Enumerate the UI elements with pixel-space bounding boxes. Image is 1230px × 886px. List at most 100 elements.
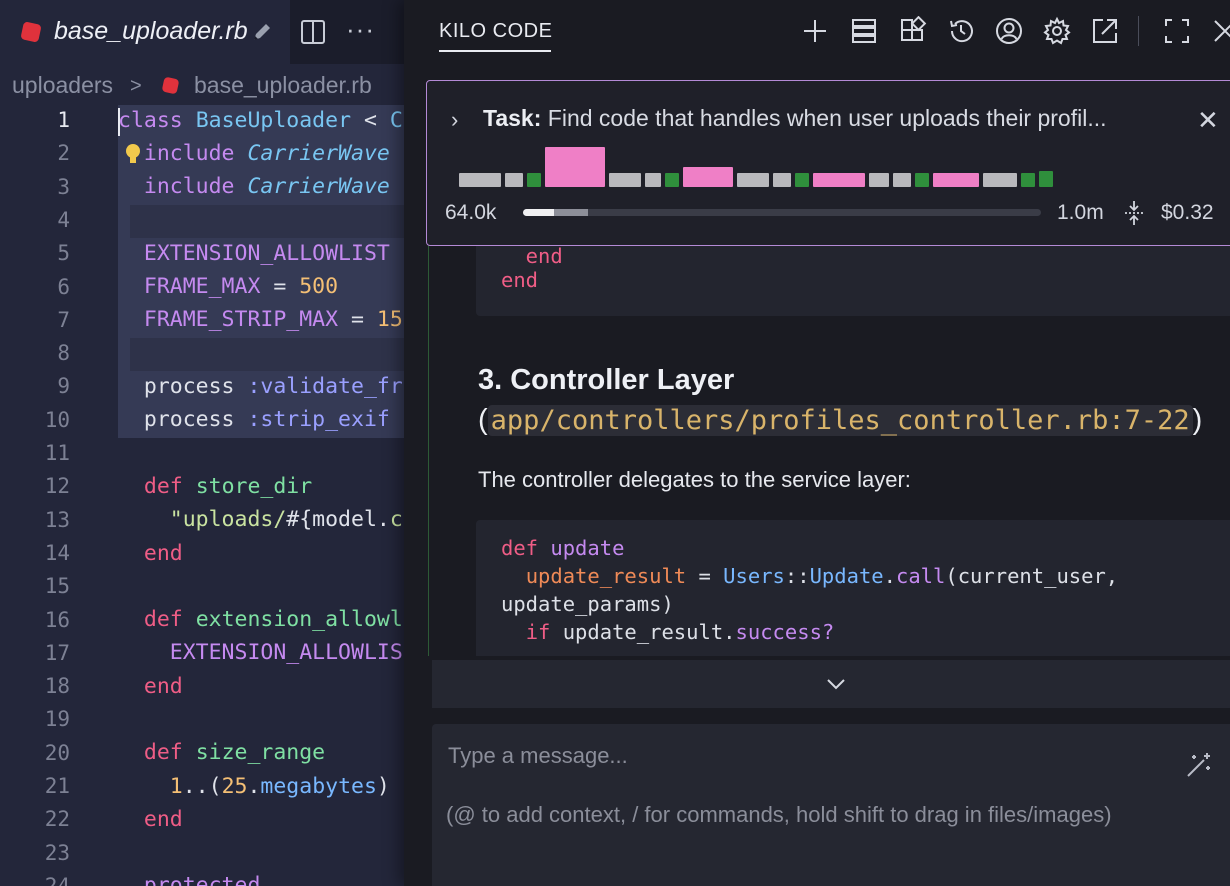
line-number: 8 xyxy=(57,341,70,366)
line-number: 17 xyxy=(44,640,70,665)
task-timeline xyxy=(459,141,1099,187)
timeline-chip[interactable] xyxy=(545,147,605,187)
timeline-chip[interactable] xyxy=(933,173,979,187)
line-number: 13 xyxy=(44,507,70,532)
timeline-chip[interactable] xyxy=(983,173,1017,187)
timeline-chip[interactable] xyxy=(813,173,865,187)
mcp-servers-icon[interactable] xyxy=(898,15,928,46)
code-line: process :validate_fr xyxy=(118,374,403,399)
tab-title: base_uploader.rb xyxy=(54,17,248,45)
line-number: 10 xyxy=(44,407,70,432)
task-summary: Task: Find code that handles when user u… xyxy=(483,105,1173,132)
file-path-link[interactable]: app/controllers/profiles_controller.rb:7… xyxy=(487,405,1193,436)
code-area[interactable]: class BaseUploader < C include CarrierWa… xyxy=(118,105,404,886)
panel-title[interactable]: KILO CODE xyxy=(439,20,552,43)
timeline-chip[interactable] xyxy=(665,173,679,187)
code-line: def size_range xyxy=(143,740,326,765)
token-count: 64.0k xyxy=(445,201,497,224)
chat-messages[interactable]: end end 3. Controller Layer (app/control… xyxy=(404,246,1230,656)
code-line: end xyxy=(501,246,563,268)
code-line: end xyxy=(143,807,183,832)
code-line: EXTENSION_ALLOWLIS xyxy=(169,640,403,665)
timeline-chip[interactable] xyxy=(459,173,501,187)
prompts-icon[interactable] xyxy=(849,16,879,46)
timeline-chip[interactable] xyxy=(915,173,929,187)
expand-task-icon[interactable]: › xyxy=(451,107,458,133)
timeline-chip[interactable] xyxy=(505,173,523,187)
timeline-chip[interactable] xyxy=(773,173,791,187)
chat-input-box[interactable]: (@ to add context, / for commands, hold … xyxy=(432,724,1230,886)
line-number: 3 xyxy=(57,174,70,199)
account-icon[interactable] xyxy=(994,16,1024,46)
code-line: def extension_allowl xyxy=(143,607,403,632)
code-line: def update xyxy=(501,536,625,560)
code-line: protected xyxy=(143,873,261,886)
context-limit: 1.0m xyxy=(1057,201,1104,224)
line-number: 23 xyxy=(44,840,70,865)
line-number: 7 xyxy=(57,307,70,332)
code-line: update_params) xyxy=(501,592,674,616)
selection-highlight xyxy=(130,338,404,371)
timeline-chip[interactable] xyxy=(609,173,641,187)
code-editor[interactable]: base_uploader.rb ··· › uploaders > base_… xyxy=(0,0,404,886)
split-editor-icon[interactable] xyxy=(300,19,326,45)
condense-context-icon[interactable] xyxy=(1121,199,1147,227)
thread-line xyxy=(428,246,429,656)
close-icon[interactable] xyxy=(1210,16,1230,46)
more-icon[interactable]: ··· xyxy=(346,14,375,45)
open-in-editor-icon[interactable] xyxy=(1090,16,1120,46)
task-header[interactable]: › Task: Find code that handles when user… xyxy=(426,80,1230,246)
line-number: 12 xyxy=(44,474,70,499)
history-icon[interactable] xyxy=(946,16,976,46)
plus-icon[interactable] xyxy=(800,16,830,46)
timeline-chip[interactable] xyxy=(795,173,809,187)
code-line: process :strip_exif xyxy=(118,407,390,432)
code-line: def store_dir xyxy=(143,474,313,499)
settings-icon[interactable] xyxy=(1042,16,1072,46)
heading-path-line: (app/controllers/profiles_controller.rb:… xyxy=(478,404,1202,437)
line-number: 18 xyxy=(44,674,70,699)
code-line: 1..(25.megabytes) xyxy=(169,774,390,799)
line-number: 11 xyxy=(44,441,70,465)
code-line: include CarrierWave xyxy=(143,174,390,199)
code-line: update_result = Users::Update.call(curre… xyxy=(525,564,1119,588)
line-number: 21 xyxy=(44,774,70,798)
context-used-fill xyxy=(523,209,555,216)
code-line: FRAME_MAX = 500 xyxy=(143,274,339,299)
task-text: Find code that handles when user uploads… xyxy=(547,105,1107,131)
code-line: end xyxy=(143,674,183,699)
input-hint: (@ to add context, / for commands, hold … xyxy=(446,802,1112,827)
timeline-chip[interactable] xyxy=(645,173,661,187)
enhance-prompt-icon[interactable] xyxy=(1184,750,1214,780)
close-task-icon[interactable]: ✕ xyxy=(1197,105,1219,136)
code-line: class BaseUploader < C xyxy=(118,108,403,133)
line-number: 1 xyxy=(57,108,70,132)
code-block: def update update_result = Users::Update… xyxy=(476,520,1230,656)
timeline-chip[interactable] xyxy=(683,167,733,187)
timeline-chip[interactable] xyxy=(737,173,769,187)
breadcrumb-folder[interactable]: uploaders xyxy=(12,72,113,99)
breadcrumb-file[interactable]: base_uploader.rb xyxy=(194,72,372,99)
line-number: 22 xyxy=(44,807,70,832)
breadcrumb: › uploaders > base_uploader.rb xyxy=(0,66,404,104)
code-line: FRAME_STRIP_MAX = 15 xyxy=(143,307,403,332)
selection-highlight xyxy=(130,205,404,238)
message-input[interactable] xyxy=(446,738,1150,774)
kilo-code-panel: KILO CODE › Task: Find code that handles… xyxy=(404,0,1230,886)
toolbar-divider xyxy=(1138,16,1139,46)
timeline-chip[interactable] xyxy=(869,173,889,187)
editor-tab[interactable]: base_uploader.rb xyxy=(0,0,290,64)
timeline-chip[interactable] xyxy=(527,173,541,187)
timeline-chip[interactable] xyxy=(893,173,911,187)
line-number: 19 xyxy=(44,707,70,732)
scroll-to-bottom-button[interactable] xyxy=(432,660,1230,708)
heading-close-paren: ) xyxy=(1192,404,1203,436)
fullscreen-icon[interactable] xyxy=(1162,16,1192,46)
code-line: "uploads/#{model.c xyxy=(169,507,403,532)
timeline-chip[interactable] xyxy=(1039,171,1053,187)
line-number: 6 xyxy=(57,274,70,299)
ruby-file-icon xyxy=(161,76,180,95)
task-label: Task: xyxy=(483,105,542,131)
timeline-chip[interactable] xyxy=(1021,173,1035,187)
pencil-icon[interactable] xyxy=(250,20,274,44)
